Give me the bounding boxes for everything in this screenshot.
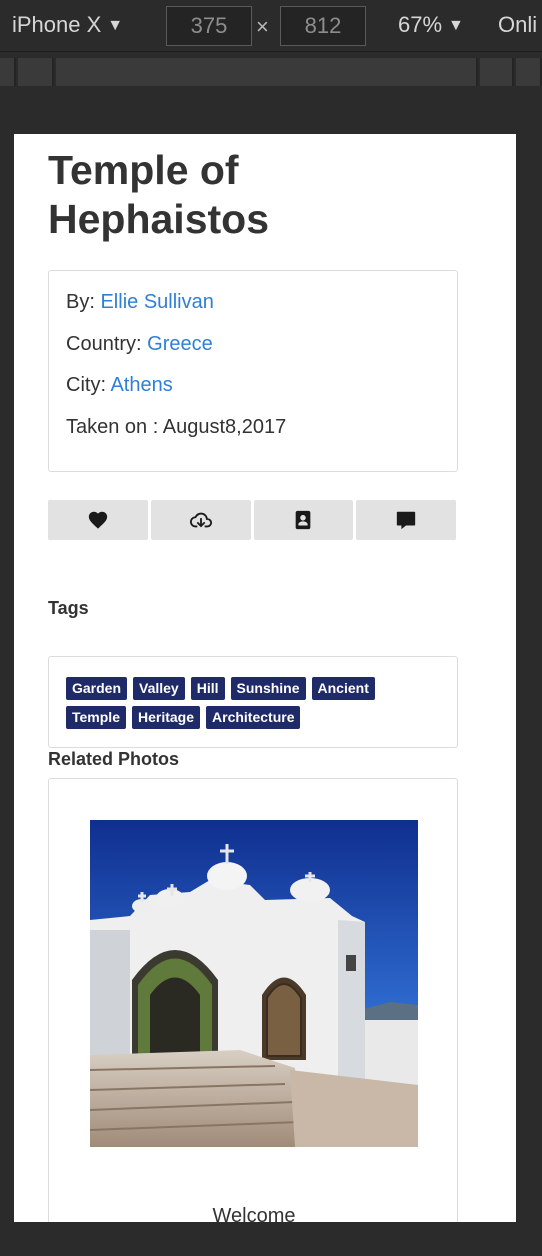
contact-button[interactable] (253, 500, 354, 540)
city-label: City: (66, 374, 106, 396)
author-row: By: Ellie Sullivan (66, 291, 214, 314)
country-label: Country: (66, 333, 142, 355)
zoom-label: 67% (398, 12, 443, 37)
tag-valley[interactable]: Valley (133, 677, 185, 700)
media-query-segment[interactable] (0, 58, 16, 86)
device-toolbar: iPhone X ▼ 375 × 812 67% ▼ Onli (0, 0, 542, 52)
tag-garden[interactable]: Garden (66, 677, 128, 700)
comment-button[interactable] (356, 500, 456, 540)
media-query-bar (0, 54, 542, 90)
taken-date: August8,2017 (162, 416, 287, 438)
heart-icon (88, 511, 108, 529)
device-viewport: Temple of Hephaistos By: Ellie Sullivan … (14, 134, 516, 1222)
related-photo[interactable] (90, 820, 418, 1147)
related-photo-card: Welcome (48, 778, 458, 1222)
chevron-down-icon: ▼ (448, 17, 464, 34)
download-button[interactable] (150, 500, 251, 540)
taken-label: Taken on : (66, 416, 159, 438)
author-label: By: (66, 291, 95, 313)
dimension-separator: × (256, 14, 269, 39)
tag-ancient[interactable]: Ancient (311, 677, 375, 700)
page-title: Temple of Hephaistos (48, 147, 269, 242)
contact-card-icon (296, 510, 311, 530)
media-query-segment[interactable] (480, 58, 514, 86)
device-label: iPhone X (12, 12, 102, 37)
media-query-segment[interactable] (56, 58, 478, 86)
tags-heading: Tags (48, 598, 89, 618)
zoom-select[interactable]: 67% ▼ (398, 12, 464, 38)
media-query-segment[interactable] (18, 58, 54, 86)
tag-sunshine[interactable]: Sunshine (230, 677, 306, 700)
media-query-segment[interactable] (516, 58, 542, 86)
tag-row: Garden Valley Hill Sunshine Ancient (66, 677, 439, 700)
country-row: Country: Greece (66, 333, 213, 356)
tags-card: Garden Valley Hill Sunshine Ancient Temp… (48, 656, 458, 748)
author-link[interactable]: Ellie Sullivan (100, 291, 213, 313)
tag-heritage[interactable]: Heritage (131, 706, 201, 729)
cloud-download-icon (189, 512, 212, 528)
taken-row: Taken on : August8,2017 (66, 416, 286, 439)
comment-icon (396, 511, 416, 530)
tag-architecture[interactable]: Architecture (206, 706, 301, 729)
city-link[interactable]: Athens (110, 374, 172, 396)
photo-info-card: By: Ellie Sullivan Country: Greece City:… (48, 270, 458, 472)
action-bar (48, 500, 456, 540)
network-select[interactable]: Onli (498, 12, 537, 38)
like-button[interactable] (48, 500, 148, 540)
device-select[interactable]: iPhone X ▼ (12, 12, 123, 38)
chapel-photo-illustration (90, 820, 418, 1147)
chevron-down-icon: ▼ (107, 17, 124, 34)
tag-row: Temple Heritage Architecture (66, 706, 439, 729)
country-link[interactable]: Greece (147, 333, 213, 355)
tag-temple[interactable]: Temple (66, 706, 126, 729)
city-row: City: Athens (66, 374, 173, 397)
tag-hill[interactable]: Hill (190, 677, 225, 700)
height-input[interactable]: 812 (280, 6, 366, 46)
related-photo-caption: Welcome (212, 1205, 296, 1222)
width-input[interactable]: 375 (166, 6, 252, 46)
related-photos-heading: Related Photos (48, 749, 180, 769)
